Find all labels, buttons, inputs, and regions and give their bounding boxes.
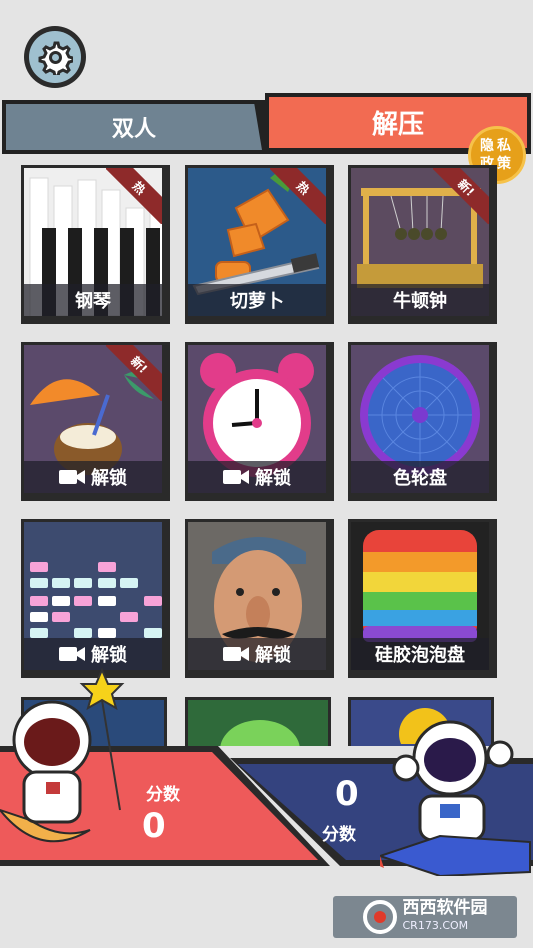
hot-badge: 热 <box>106 168 162 224</box>
tile-carrot[interactable]: 热 切萝卜 <box>185 165 334 324</box>
gear-icon <box>38 41 73 75</box>
hot-badge: 热 <box>270 168 326 224</box>
tab-double[interactable]: 双人 <box>2 100 270 154</box>
video-icon <box>223 470 249 484</box>
tile-mustache[interactable]: 解锁 <box>185 519 334 678</box>
smile-face-icon <box>220 720 300 750</box>
footer-brand: 西西软件园 <box>402 898 488 918</box>
astronaut-right-icon <box>380 720 531 876</box>
tile-label: 硅胶泡泡盘 <box>351 638 489 670</box>
privacy-line1: 隐私 <box>480 138 514 154</box>
tile-label: 色轮盘 <box>351 461 489 493</box>
video-icon <box>59 470 85 484</box>
tile-coconut[interactable]: 新! 解锁 <box>21 342 170 501</box>
tile-label: 解锁 <box>24 461 162 493</box>
video-icon <box>223 647 249 661</box>
tile-color-wheel[interactable]: 色轮盘 <box>348 342 497 501</box>
tab-double-label: 双人 <box>6 104 262 150</box>
tile-label: 解锁 <box>188 461 326 493</box>
tile-pop-it[interactable]: 硅胶泡泡盘 <box>348 519 497 678</box>
left-score-value: 0 <box>142 806 166 846</box>
tile-piano[interactable]: 热 钢琴 <box>21 165 170 324</box>
settings-button[interactable] <box>24 26 86 88</box>
tile-newton[interactable]: 新! 牛顿钟 <box>348 165 497 324</box>
tile-label: 钢琴 <box>24 284 162 316</box>
right-score-value: 0 <box>335 774 359 814</box>
tile-label: 解锁 <box>188 638 326 670</box>
tile-label: 牛顿钟 <box>351 284 489 316</box>
new-badge: 新! <box>106 345 162 401</box>
astronaut-left-icon <box>0 667 125 843</box>
footer-domain: CR173.COM <box>402 919 469 932</box>
tile-bubble-keys[interactable]: 解锁 <box>21 519 170 678</box>
right-score-label: 分数 <box>322 825 356 845</box>
new-badge: 新! <box>433 168 489 224</box>
left-score-label: 分数 <box>146 785 180 805</box>
tile-alarm[interactable]: 解锁 <box>185 342 334 501</box>
brand-logo-icon <box>362 900 397 934</box>
tile-label: 切萝卜 <box>188 284 326 316</box>
footer-watermark: 西西软件园 CR173.COM <box>333 896 517 938</box>
